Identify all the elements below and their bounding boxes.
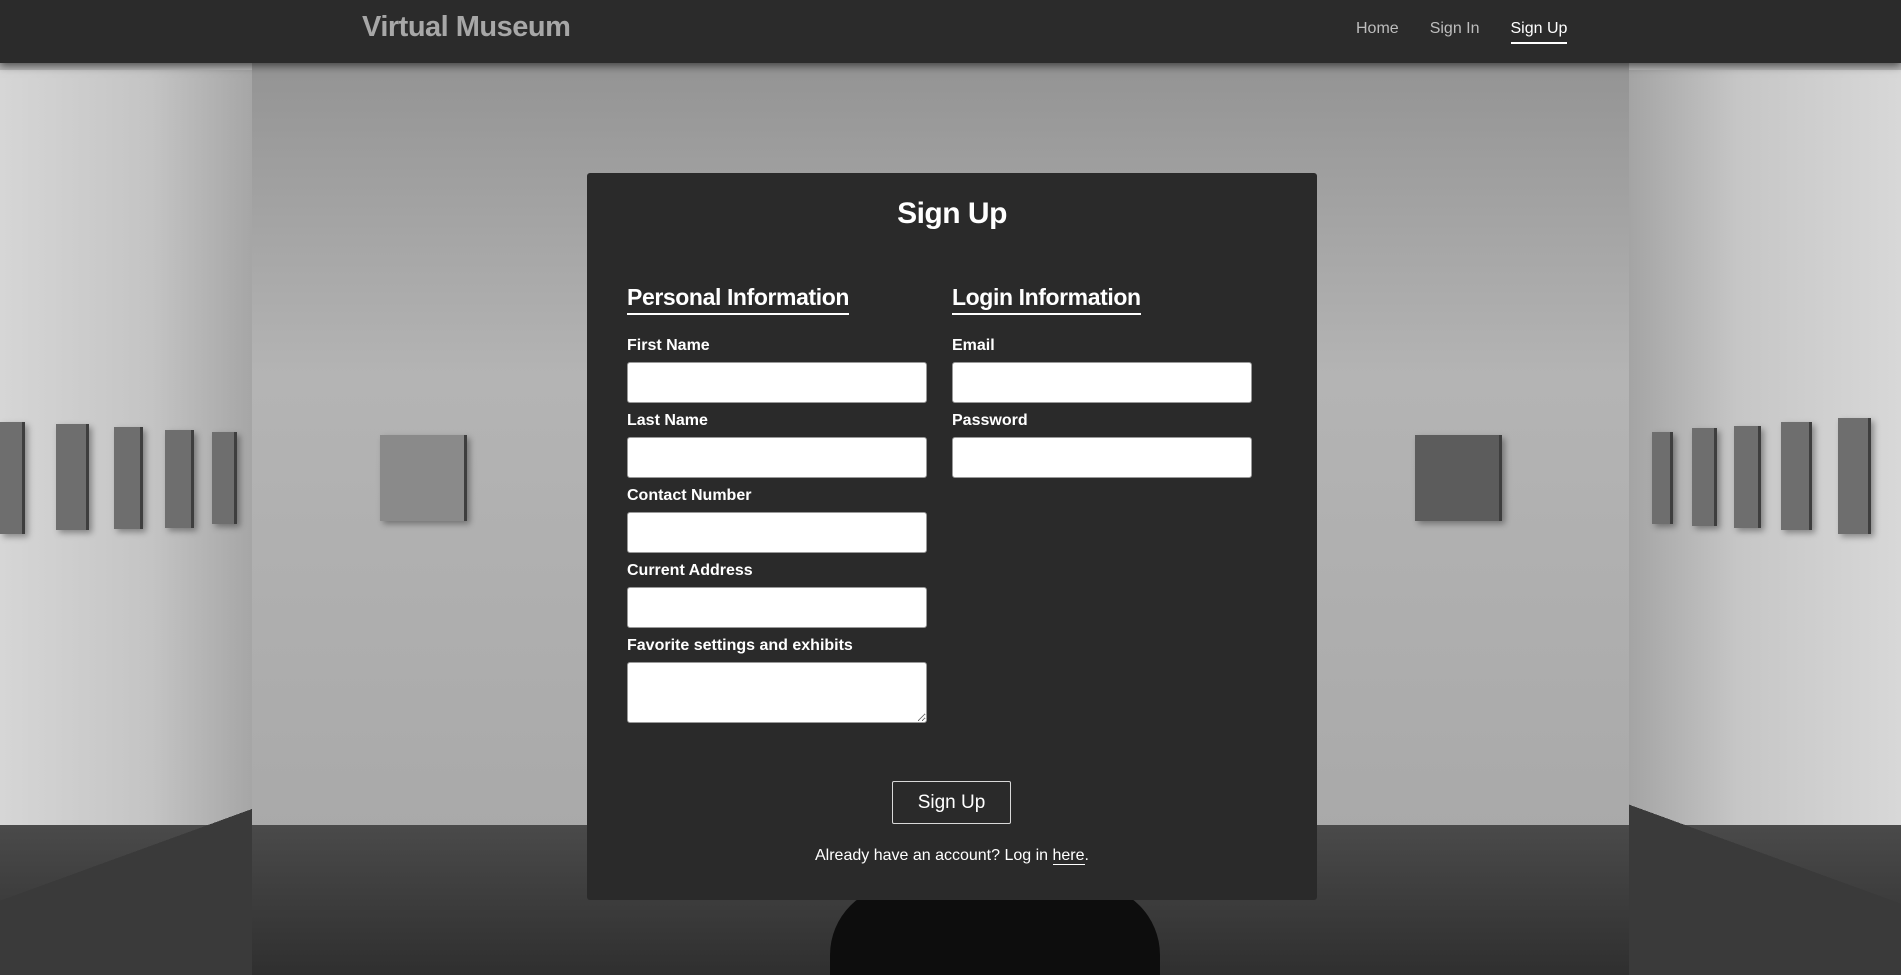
contact-number-group: Contact Number	[627, 487, 927, 553]
password-input[interactable]	[952, 437, 1252, 478]
artwork-left-5	[212, 432, 237, 524]
contact-number-input[interactable]	[627, 512, 927, 553]
login-info-section: Login Information Email Password	[952, 283, 1252, 487]
artwork-left-4	[165, 430, 194, 528]
artwork-right-4	[1781, 422, 1812, 530]
artwork-right-1	[1652, 432, 1673, 524]
last-name-input[interactable]	[627, 437, 927, 478]
login-prompt: Already have an account? Log in here.	[587, 847, 1317, 865]
nav-signin-link[interactable]: Sign In	[1430, 20, 1480, 44]
artwork-left-1	[0, 422, 25, 534]
favorites-label: Favorite settings and exhibits	[627, 637, 853, 654]
artwork-right-2	[1692, 428, 1717, 526]
artwork-left-2	[56, 424, 89, 530]
favorites-group: Favorite settings and exhibits	[627, 637, 927, 723]
login-prompt-period: .	[1084, 847, 1089, 864]
login-info-heading: Login Information	[952, 283, 1141, 315]
email-label: Email	[952, 337, 995, 354]
last-name-label: Last Name	[627, 412, 708, 429]
first-name-label: First Name	[627, 337, 710, 354]
first-name-input[interactable]	[627, 362, 927, 403]
artwork-right-3	[1734, 426, 1761, 528]
password-label: Password	[952, 412, 1028, 429]
nav-home-link[interactable]: Home	[1356, 20, 1399, 44]
current-address-group: Current Address	[627, 562, 927, 628]
contact-number-label: Contact Number	[627, 487, 752, 504]
login-prompt-text: Already have an account? Log in	[815, 847, 1053, 864]
top-navbar: Virtual Museum Home Sign In Sign Up	[0, 0, 1901, 63]
email-input[interactable]	[952, 362, 1252, 403]
favorites-textarea[interactable]	[627, 662, 927, 723]
current-address-input[interactable]	[627, 587, 927, 628]
current-address-label: Current Address	[627, 562, 753, 579]
last-name-group: Last Name	[627, 412, 927, 478]
personal-info-section: Personal Information First Name Last Nam…	[627, 283, 927, 732]
floor-left	[0, 790, 252, 975]
signup-card: Sign Up Personal Information First Name …	[587, 173, 1317, 900]
brand-logo[interactable]: Virtual Museum	[362, 11, 571, 44]
signup-submit-button[interactable]: Sign Up	[892, 781, 1011, 824]
artwork-back-left	[380, 435, 467, 521]
artwork-left-3	[114, 427, 143, 529]
first-name-group: First Name	[627, 337, 927, 403]
password-group: Password	[952, 412, 1252, 478]
artwork-right-5	[1838, 418, 1871, 534]
personal-info-heading: Personal Information	[627, 283, 849, 315]
login-here-link[interactable]: here	[1052, 847, 1085, 865]
nav-signup-link[interactable]: Sign Up	[1510, 20, 1568, 44]
floor-right	[1629, 790, 1901, 975]
page-title: Sign Up	[897, 197, 1007, 230]
artwork-back-right	[1415, 435, 1502, 521]
main-nav: Home Sign In Sign Up	[1356, 20, 1568, 44]
email-group: Email	[952, 337, 1252, 403]
